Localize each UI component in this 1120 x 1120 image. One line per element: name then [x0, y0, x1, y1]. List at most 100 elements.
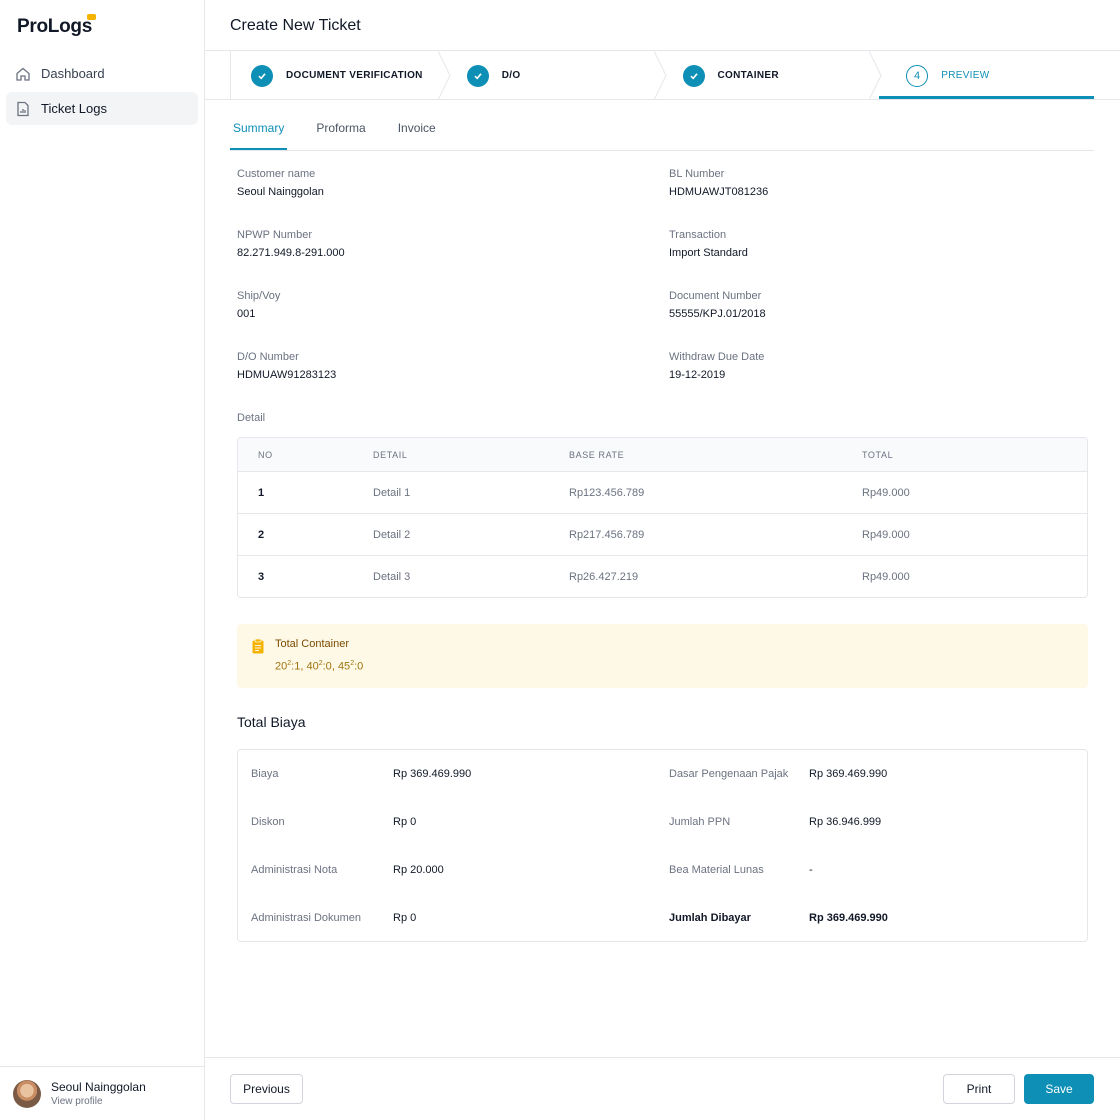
field-value: 001	[237, 308, 256, 320]
previous-button[interactable]: Previous	[230, 1074, 303, 1104]
tab-proforma[interactable]: Proforma	[313, 118, 368, 150]
step-separator-icon	[653, 51, 667, 100]
container-count: :0	[354, 660, 364, 673]
bea-material-lunas-label: Bea Material Lunas	[669, 864, 764, 876]
document-chart-icon	[15, 101, 31, 117]
save-button[interactable]: Save	[1024, 1074, 1094, 1104]
check-icon	[682, 64, 705, 87]
bea-material-lunas-value: -	[809, 864, 813, 876]
sidebar-item-label: Dashboard	[41, 66, 105, 81]
jumlah-ppn-value: Rp 36.946.999	[809, 816, 882, 828]
table-row: 1 Detail 1 Rp123.456.789 Rp49.000	[238, 471, 1087, 513]
field-value: HDMUAWJT081236	[669, 186, 769, 198]
preview-tabs: Summary Proforma Invoice	[230, 118, 1094, 151]
user-profile[interactable]: Seoul Nainggolan View profile	[0, 1066, 205, 1120]
step-label: PREVIEW	[941, 70, 990, 81]
ship-voy-field: Ship/Voy 001	[237, 290, 637, 320]
clipboard-icon	[252, 638, 264, 654]
dasar-pengenaan-pajak-value: Rp 369.469.990	[809, 768, 888, 780]
administrasi-dokumen-label: Administrasi Dokumen	[251, 912, 362, 924]
container-size: 40	[306, 660, 319, 673]
field-label: Withdraw Due Date	[669, 351, 765, 363]
do-number-field: D/O Number HDMUAW91283123	[237, 351, 637, 381]
table-cell: Rp123.456.789	[569, 486, 645, 499]
field-value: 55555/KPJ.01/2018	[669, 308, 766, 320]
detail-table: NO DETAIL BASE RATE TOTAL 1 Detail 1 Rp1…	[237, 437, 1088, 598]
field-label: Ship/Voy	[237, 290, 281, 302]
table-cell: Rp26.427.219	[569, 570, 639, 583]
check-icon	[466, 64, 489, 87]
sidebar-item-label: Ticket Logs	[41, 101, 107, 116]
avatar	[13, 1079, 41, 1108]
tab-summary[interactable]: Summary	[230, 118, 288, 150]
container-count: :1	[291, 660, 301, 673]
container-size: 45	[337, 660, 351, 673]
container-count: :0	[322, 660, 332, 673]
table-cell: Rp49.000	[862, 570, 910, 583]
step-do[interactable]: D/O	[447, 51, 667, 100]
table-cell: 2	[258, 528, 265, 541]
main-content: Create New Ticket DOCUMENT VERIFICATION …	[205, 0, 1120, 1120]
table-cell: 1	[258, 486, 265, 499]
document-number-field: Document Number 55555/KPJ.01/2018	[669, 290, 1069, 320]
bl-number-field: BL Number HDMUAWJT081236	[669, 168, 1069, 198]
table-row: 2 Detail 2 Rp217.456.789 Rp49.000	[238, 513, 1087, 555]
page-title: Create New Ticket	[230, 17, 361, 34]
field-label: Customer name	[237, 168, 316, 180]
jumlah-dibayar-value: Rp 369.469.990	[809, 912, 888, 924]
view-profile-link[interactable]: View profile	[51, 1096, 146, 1107]
sidebar-nav: Dashboard Ticket Logs	[6, 57, 198, 127]
profile-name: Seoul Nainggolan	[51, 1080, 146, 1094]
alert-text: 202:1, 402:0, 452:0	[275, 660, 364, 673]
stepper: DOCUMENT VERIFICATION D/O CONTAINER 4 PR…	[230, 51, 1094, 100]
field-value: 82.271.949.8-291.000	[237, 247, 345, 259]
npwp-number-field: NPWP Number 82.271.949.8-291.000	[237, 229, 637, 259]
jumlah-dibayar-label: Jumlah Dibayar	[669, 912, 751, 924]
print-button[interactable]: Print	[943, 1074, 1015, 1104]
field-value: Import Standard	[669, 247, 748, 259]
field-label: Transaction	[669, 229, 727, 241]
alert-title: Total Container	[275, 638, 349, 650]
table-header-row: NO DETAIL BASE RATE TOTAL	[238, 438, 1087, 471]
table-cell: Detail 1	[373, 486, 411, 499]
table-row: 3 Detail 3 Rp26.427.219 Rp49.000	[238, 555, 1087, 597]
table-cell: Detail 3	[373, 570, 411, 583]
withdraw-due-date-field: Withdraw Due Date 19-12-2019	[669, 351, 1069, 381]
home-icon	[15, 66, 31, 82]
app-logo[interactable]: ProLogs	[17, 14, 96, 38]
transaction-field: Transaction Import Standard	[669, 229, 1069, 259]
table-cell: Rp217.456.789	[569, 528, 645, 541]
logo-text: ProLogs	[17, 16, 92, 37]
sidebar-item-dashboard[interactable]: Dashboard	[6, 57, 198, 90]
check-icon	[251, 64, 273, 87]
field-label: D/O Number	[237, 351, 299, 363]
step-preview[interactable]: 4 PREVIEW	[878, 51, 1094, 100]
sidebar: ProLogs Dashboard Ticket Logs Seoul Nain…	[0, 0, 205, 1120]
step-label: DOCUMENT VERIFICATION	[286, 70, 423, 81]
step-label: CONTAINER	[717, 70, 779, 81]
tab-invoice[interactable]: Invoice	[395, 118, 439, 150]
diskon-value: Rp 0	[393, 816, 417, 828]
table-cell: Rp49.000	[862, 486, 910, 499]
active-step-indicator	[879, 96, 1094, 99]
step-separator-icon	[869, 51, 882, 100]
step-document-verification[interactable]: DOCUMENT VERIFICATION	[231, 51, 451, 100]
logo-accent-mark	[86, 14, 96, 20]
column-header: BASE RATE	[569, 449, 625, 460]
jumlah-ppn-label: Jumlah PPN	[669, 816, 731, 828]
total-biaya-title: Total Biaya	[237, 714, 306, 730]
step-container[interactable]: CONTAINER	[663, 51, 882, 100]
total-container-alert: Total Container 202:1, 402:0, 452:0	[237, 624, 1088, 688]
sidebar-item-ticket-logs[interactable]: Ticket Logs	[6, 92, 198, 125]
table-cell: 3	[258, 570, 265, 583]
container-size: 20	[275, 660, 288, 673]
column-header: TOTAL	[862, 449, 894, 460]
table-cell: Detail 2	[373, 528, 411, 541]
customer-name-field: Customer name Seoul Nainggolan	[237, 168, 637, 198]
diskon-label: Diskon	[251, 816, 285, 828]
field-value: HDMUAW91283123	[237, 369, 337, 381]
administrasi-nota-value: Rp 20.000	[393, 864, 444, 876]
biaya-value: Rp 369.469.990	[393, 768, 472, 780]
column-header: DETAIL	[373, 449, 408, 460]
field-label: Document Number	[669, 290, 762, 302]
